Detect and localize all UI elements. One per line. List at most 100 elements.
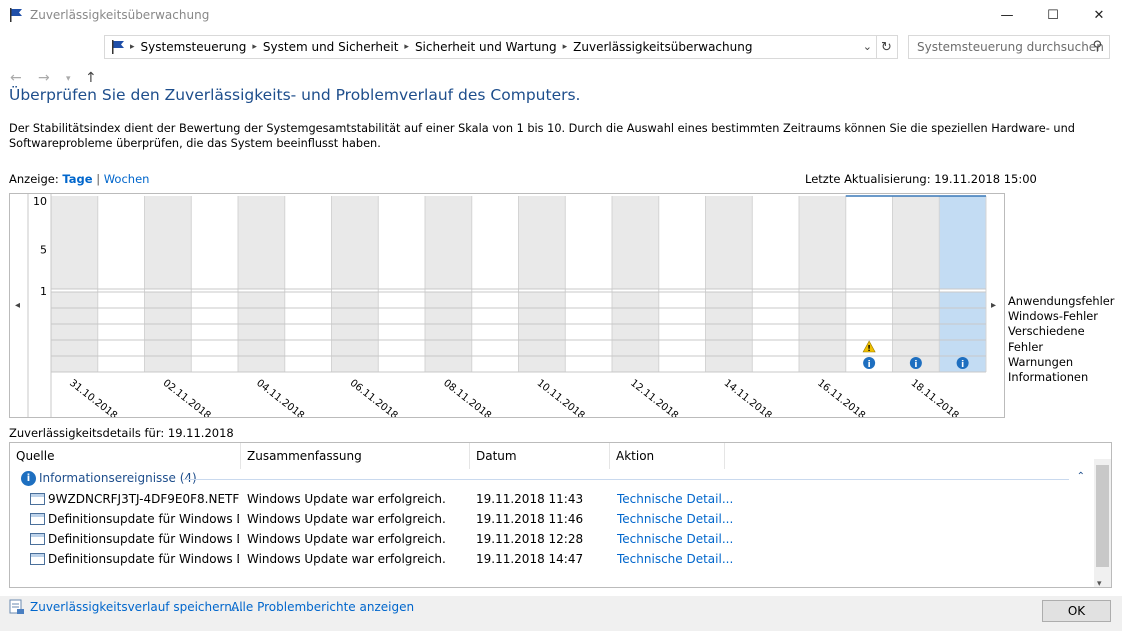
table-row[interactable]: Definitionsupdate für Windows De... Wind… xyxy=(10,549,1095,569)
x-tick-label: 08.11.2018 xyxy=(441,378,493,417)
all-problem-reports-link[interactable]: Alle Problemberichte anzeigen xyxy=(231,600,414,614)
breadcrumb-item[interactable]: Systemsteuerung xyxy=(141,40,247,54)
table-row[interactable]: Definitionsupdate für Windows De... Wind… xyxy=(10,529,1095,549)
recent-locations-chevron-icon[interactable]: ▾ xyxy=(66,74,71,84)
category-misc-errors: Verschiedene Fehler xyxy=(1008,324,1085,354)
x-tick-label: 14.11.2018 xyxy=(722,378,774,417)
day-column xyxy=(705,196,753,372)
day-column xyxy=(378,196,425,372)
y-tick-label: 10 xyxy=(33,195,47,208)
forward-arrow-icon[interactable]: → xyxy=(38,70,50,86)
scrollbar-thumb[interactable] xyxy=(1096,465,1109,567)
save-icon xyxy=(9,599,24,614)
breadcrumb-item[interactable]: Zuverlässigkeitsüberwachung xyxy=(573,40,752,54)
address-dropdown-chevron-icon[interactable]: ⌄ xyxy=(863,40,872,53)
day-column xyxy=(658,196,706,372)
last-update: Letzte Aktualisierung: 19.11.2018 15:00 xyxy=(805,172,1037,186)
ok-button[interactable]: OK xyxy=(1042,600,1111,622)
back-arrow-icon[interactable]: ← xyxy=(10,70,22,86)
breadcrumb-separator-icon[interactable]: ▸ xyxy=(404,42,409,52)
cell-summary: Windows Update war erfolgreich. xyxy=(247,512,446,526)
x-tick-label: 12.11.2018 xyxy=(628,378,680,417)
day-column xyxy=(144,196,192,372)
column-header-action[interactable]: Aktion xyxy=(610,443,725,469)
minimize-button[interactable]: — xyxy=(984,0,1030,30)
category-windows-errors: Windows-Fehler xyxy=(1008,309,1098,324)
info-icon-mark: i xyxy=(961,360,964,370)
technical-details-link[interactable]: Technische Detail... xyxy=(617,529,733,549)
cell-source: Definitionsupdate für Windows De... xyxy=(30,529,239,549)
category-app-errors: Anwendungsfehler xyxy=(1008,294,1115,308)
up-arrow-icon[interactable]: ↑ xyxy=(85,70,97,86)
y-tick-label: 5 xyxy=(40,244,47,257)
day-column xyxy=(892,196,940,372)
x-tick-label: 02.11.2018 xyxy=(161,378,213,417)
breadcrumb-separator-icon[interactable]: ▸ xyxy=(563,42,568,52)
technical-details-link[interactable]: Technische Detail... xyxy=(617,489,733,509)
refresh-icon[interactable]: ↻ xyxy=(876,35,898,59)
column-header-source[interactable]: Quelle xyxy=(10,443,241,469)
warning-icon-mark: ! xyxy=(867,344,871,353)
view-days-link[interactable]: Tage xyxy=(62,172,92,186)
chart-left-arrow-icon[interactable]: ◂ xyxy=(15,300,20,311)
reliability-chart[interactable]: 10 5 1! i i i 31.10.2018 02.11.2018 04.11.2018 06… xyxy=(9,193,1005,418)
cell-date: 19.11.2018 14:47 xyxy=(476,552,584,566)
maximize-button[interactable]: ☐ xyxy=(1030,0,1076,30)
technical-details-link[interactable]: Technische Detail... xyxy=(617,509,733,529)
page-description: Der Stabilitätsindex dient der Bewertung… xyxy=(9,122,1075,150)
flag-icon xyxy=(112,40,124,54)
technical-details-link[interactable]: Technische Detail... xyxy=(617,549,733,569)
category-warnings: Warnungen xyxy=(1008,354,1074,369)
sort-up-icon: ⌃ xyxy=(537,442,545,450)
cell-summary: Windows Update war erfolgreich. xyxy=(247,532,446,546)
reliability-chart-svg[interactable]: 10 5 1! i i i 31.10.2018 02.11.2018 04.11.2018 06… xyxy=(10,194,1004,417)
breadcrumb-item[interactable]: Sicherheit und Wartung xyxy=(415,40,557,54)
day-column xyxy=(238,196,285,372)
table-row[interactable]: Definitionsupdate für Windows De... Wind… xyxy=(10,509,1095,529)
address-bar[interactable]: ▸ Systemsteuerung ▸ System und Sicherhei… xyxy=(104,35,877,59)
collapse-chevron-icon[interactable]: ⌃ xyxy=(1077,471,1085,482)
cell-summary: Windows Update war erfolgreich. xyxy=(247,552,446,566)
chart-right-arrow-icon[interactable]: ▸ xyxy=(991,300,996,311)
category-information: Informationen xyxy=(1008,370,1089,385)
table-row[interactable]: 9WZDNCRFJ3TJ-4DF9E0F8.NETFLIX Windows Up… xyxy=(10,489,1095,509)
details-table: Quelle Zusammenfassung Datum Aktion ⌃ i … xyxy=(9,442,1112,588)
close-button[interactable]: ✕ xyxy=(1076,0,1122,30)
day-column xyxy=(799,196,846,372)
cell-date: 19.11.2018 11:46 xyxy=(476,512,584,526)
view-label: Anzeige: xyxy=(9,172,59,186)
info-icon-mark: i xyxy=(914,360,917,370)
details-label: Zuverlässigkeitsdetails für: 19.11.2018 xyxy=(9,426,234,440)
day-column xyxy=(191,196,238,372)
day-column xyxy=(565,196,612,372)
x-tick-label: 04.11.2018 xyxy=(254,378,306,417)
day-column xyxy=(425,196,472,372)
cell-date: 19.11.2018 11:43 xyxy=(476,492,584,506)
scroll-down-arrow-icon[interactable]: ▾ xyxy=(1097,579,1102,587)
view-weeks-link[interactable]: Wochen xyxy=(104,172,150,186)
save-history-link[interactable]: Zuverlässigkeitsverlauf speichern... xyxy=(30,600,243,614)
breadcrumb-separator-icon[interactable]: ▸ xyxy=(252,42,257,52)
search-input[interactable]: Systemsteuerung durchsuchen ⚲ xyxy=(908,35,1110,59)
group-divider xyxy=(183,479,1069,480)
x-tick-label: 31.10.2018 xyxy=(67,378,119,417)
info-icon: i xyxy=(21,471,36,486)
x-tick-label: 10.11.2018 xyxy=(535,378,587,417)
breadcrumb-item[interactable]: System und Sicherheit xyxy=(263,40,399,54)
cell-source: Definitionsupdate für Windows De... xyxy=(30,549,239,569)
group-row[interactable]: i Informationsereignisse (4) ⌃ xyxy=(10,469,1095,489)
search-icon[interactable]: ⚲ xyxy=(1092,39,1102,54)
column-header-summary[interactable]: Zusammenfassung xyxy=(241,443,470,469)
category-labels: Anwendungsfehler Windows-Fehler Verschie… xyxy=(1008,294,1122,385)
day-column xyxy=(331,196,379,372)
vertical-scrollbar[interactable]: ▾ xyxy=(1094,459,1111,587)
day-column xyxy=(97,196,145,372)
day-column xyxy=(51,196,98,372)
update-icon xyxy=(30,533,45,545)
update-icon xyxy=(30,553,45,565)
update-icon xyxy=(30,513,45,525)
window-title: Zuverlässigkeitsüberwachung xyxy=(30,8,210,22)
selected-day-column[interactable] xyxy=(939,196,986,372)
cell-date: 19.11.2018 12:28 xyxy=(476,532,584,546)
view-selector: Anzeige: Tage | Wochen xyxy=(9,172,149,186)
